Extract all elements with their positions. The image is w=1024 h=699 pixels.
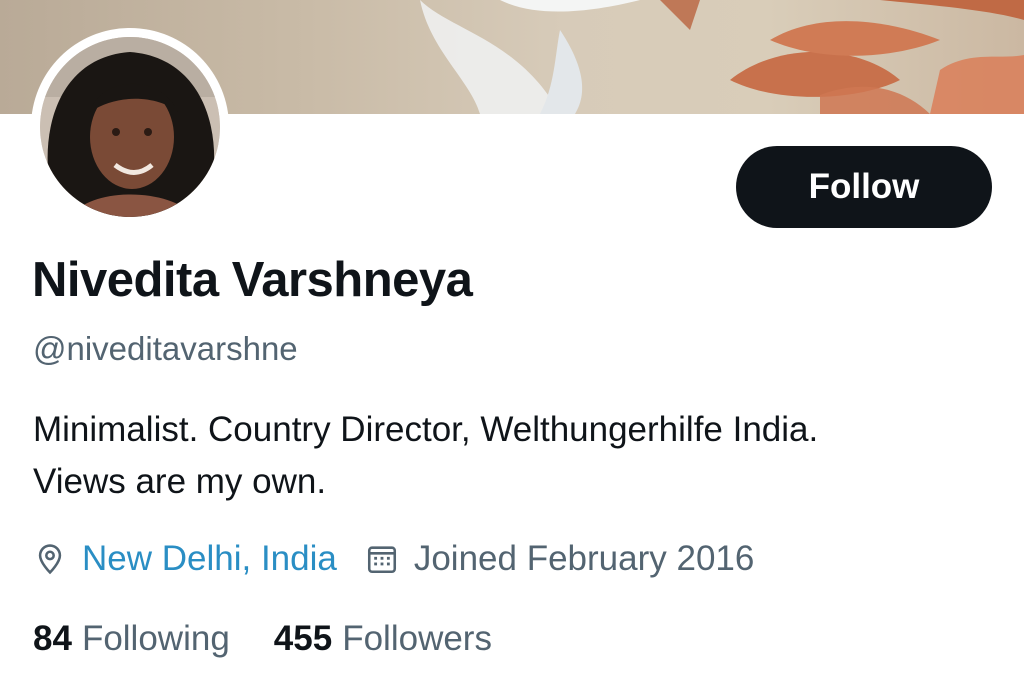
location-link[interactable]: New Delhi, India: [82, 539, 337, 579]
avatar-photo: [40, 37, 220, 217]
user-handle: @niveditavarshne: [33, 330, 298, 367]
followers-count: 455: [273, 619, 333, 658]
avatar[interactable]: [40, 37, 220, 217]
following-count: 84: [33, 619, 72, 658]
followers-link[interactable]: 455 Followers: [274, 619, 492, 659]
followers-label: Followers: [342, 619, 492, 658]
bio-line: Views are my own.: [33, 462, 327, 501]
bio-line: Minimalist. Country Director, Welthunger…: [33, 410, 819, 449]
follow-button[interactable]: Follow: [736, 146, 992, 228]
following-link[interactable]: 84 Following: [33, 619, 230, 659]
joined-date: Joined February 2016: [413, 539, 755, 578]
display-name: Nivedita Varshneya: [32, 253, 473, 307]
following-label: Following: [81, 619, 230, 658]
calendar-icon: [365, 542, 399, 576]
location-pin-icon: [33, 542, 67, 576]
bio: Minimalist. Country Director, Welthunger…: [33, 404, 993, 508]
profile-meta: New Delhi, India Joined February 2016: [33, 534, 754, 584]
profile-stats: 84 Following 455 Followers: [33, 614, 492, 664]
